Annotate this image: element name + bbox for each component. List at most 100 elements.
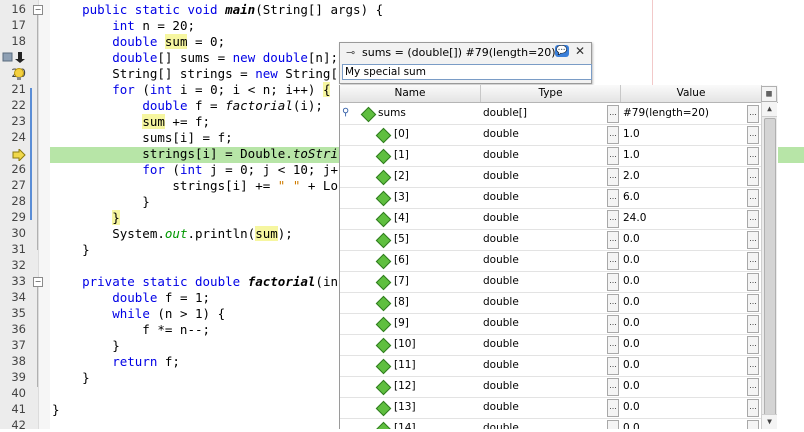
code-line[interactable]: double f = 1; <box>52 290 210 306</box>
table-scrollbar[interactable]: ▲ ▼ <box>761 102 777 429</box>
code-line[interactable]: } <box>52 242 90 258</box>
type-ellipsis-button[interactable]: ... <box>607 126 619 144</box>
column-header-name[interactable]: Name <box>340 85 481 102</box>
pin-icon[interactable]: ⊸ <box>346 46 355 59</box>
bulb-hint-icon[interactable] <box>12 67 26 81</box>
fold-toggle-icon[interactable]: − <box>33 5 43 15</box>
table-row[interactable]: [8] double ... 0.0 ... <box>340 292 762 314</box>
type-ellipsis-button[interactable]: ... <box>607 336 619 354</box>
row-type: double <box>483 317 519 329</box>
line-number: 33 <box>11 274 26 288</box>
type-ellipsis-button[interactable]: ... <box>607 294 619 312</box>
value-ellipsis-button[interactable]: ... <box>747 315 759 333</box>
type-ellipsis-button[interactable]: ... <box>607 210 619 228</box>
type-ellipsis-button[interactable]: ... <box>607 378 619 396</box>
code-line[interactable]: return f; <box>52 354 180 370</box>
code-line[interactable]: sums[i] = f; <box>52 130 232 146</box>
table-row[interactable]: [3] double ... 6.0 ... <box>340 187 762 209</box>
scroll-up-arrow-icon[interactable]: ▲ <box>762 102 777 117</box>
type-ellipsis-button[interactable]: ... <box>607 252 619 270</box>
code-line[interactable]: double f = factorial(i); <box>52 98 323 114</box>
value-ellipsis-button[interactable]: ... <box>747 147 759 165</box>
code-line[interactable]: double sum = 0; <box>52 34 225 50</box>
value-ellipsis-button[interactable]: ... <box>747 105 759 123</box>
table-row[interactable]: [10] double ... 0.0 ... <box>340 334 762 356</box>
value-ellipsis-button[interactable]: ... <box>747 378 759 396</box>
code-line[interactable]: strings[i] += " " + Lo <box>52 178 338 194</box>
table-row[interactable]: [0] double ... 1.0 ... <box>340 124 762 146</box>
table-row[interactable]: [7] double ... 0.0 ... <box>340 271 762 293</box>
code-line[interactable]: for (int i = 0; i < n; i++) { <box>52 82 331 98</box>
fold-toggle-icon[interactable]: − <box>33 277 43 287</box>
variable-diamond-icon <box>375 253 392 270</box>
code-line[interactable]: } <box>52 210 120 226</box>
table-row[interactable]: ⚲ sums double[] ... #79(length=20) ... <box>340 103 762 125</box>
row-name: [10] <box>394 338 416 350</box>
type-ellipsis-button[interactable]: ... <box>607 189 619 207</box>
code-line[interactable]: } <box>52 194 150 210</box>
code-line[interactable]: String[] strings = new String[ <box>52 66 338 82</box>
comment-icon[interactable]: 💬 <box>555 45 569 57</box>
row-type: double[] <box>483 107 527 119</box>
type-ellipsis-button[interactable]: ... <box>607 105 619 123</box>
variable-diamond-icon <box>375 379 392 396</box>
code-line[interactable]: strings[i] = Double.toStri <box>52 146 338 162</box>
table-row[interactable]: [12] double ... 0.0 ... <box>340 376 762 398</box>
watch-comment-input[interactable] <box>342 64 592 80</box>
pin-icon[interactable]: ⚲ <box>342 107 349 118</box>
code-line[interactable]: f *= n--; <box>52 322 210 338</box>
type-ellipsis-button[interactable]: ... <box>607 273 619 291</box>
table-row[interactable]: [6] double ... 0.0 ... <box>340 250 762 272</box>
column-header-type[interactable]: Type <box>481 85 621 102</box>
type-ellipsis-button[interactable]: ... <box>607 231 619 249</box>
value-ellipsis-button[interactable]: ... <box>747 252 759 270</box>
code-line[interactable]: int n = 20; <box>52 18 195 34</box>
table-row[interactable]: [9] double ... 0.0 ... <box>340 313 762 335</box>
type-ellipsis-button[interactable]: ... <box>607 420 619 429</box>
table-row[interactable]: [4] double ... 24.0 ... <box>340 208 762 230</box>
type-ellipsis-button[interactable]: ... <box>607 357 619 375</box>
code-line[interactable]: for (int j = 0; j < 10; j+ <box>52 162 338 178</box>
value-ellipsis-button[interactable]: ... <box>747 357 759 375</box>
table-row[interactable]: [14] double ... 0.0 ... <box>340 418 762 429</box>
value-ellipsis-button[interactable]: ... <box>747 273 759 291</box>
variable-diamond-icon <box>375 127 392 144</box>
type-ellipsis-button[interactable]: ... <box>607 399 619 417</box>
debug-annotation-icon[interactable] <box>2 51 28 63</box>
table-row[interactable]: [2] double ... 2.0 ... <box>340 166 762 188</box>
value-ellipsis-button[interactable]: ... <box>747 210 759 228</box>
value-ellipsis-button[interactable]: ... <box>747 294 759 312</box>
value-ellipsis-button[interactable]: ... <box>747 336 759 354</box>
code-line[interactable]: private static double factorial(in <box>52 274 338 290</box>
code-line[interactable]: System.out.println(sum); <box>52 226 293 242</box>
scrollbar-thumb[interactable] <box>764 118 776 420</box>
type-ellipsis-button[interactable]: ... <box>607 168 619 186</box>
table-row[interactable]: [11] double ... 0.0 ... <box>340 355 762 377</box>
code-line[interactable]: } <box>52 402 60 418</box>
value-ellipsis-button[interactable]: ... <box>747 168 759 186</box>
code-line[interactable]: public static void main(String[] args) { <box>52 2 383 18</box>
value-ellipsis-button[interactable]: ... <box>747 420 759 429</box>
variable-diamond-icon <box>375 295 392 312</box>
table-row[interactable]: [5] double ... 0.0 ... <box>340 229 762 251</box>
column-chooser-icon[interactable]: ▦ <box>761 86 777 102</box>
scroll-down-arrow-icon[interactable]: ▼ <box>762 414 777 429</box>
code-line[interactable]: sum += f; <box>52 114 210 130</box>
value-ellipsis-button[interactable]: ... <box>747 399 759 417</box>
table-row[interactable]: [1] double ... 1.0 ... <box>340 145 762 167</box>
code-line[interactable]: while (n > 1) { <box>52 306 225 322</box>
code-line[interactable]: } <box>52 338 120 354</box>
value-ellipsis-button[interactable]: ... <box>747 189 759 207</box>
close-icon[interactable]: ✕ <box>575 44 585 58</box>
type-ellipsis-button[interactable]: ... <box>607 315 619 333</box>
row-value: 0.0 <box>623 233 640 245</box>
value-ellipsis-button[interactable]: ... <box>747 126 759 144</box>
table-row[interactable]: [13] double ... 0.0 ... <box>340 397 762 419</box>
line-number: 23 <box>11 114 26 128</box>
type-ellipsis-button[interactable]: ... <box>607 147 619 165</box>
value-ellipsis-button[interactable]: ... <box>747 231 759 249</box>
column-header-value[interactable]: Value <box>621 85 762 102</box>
code-line[interactable]: } <box>52 370 90 386</box>
row-name: [6] <box>394 254 409 266</box>
code-line[interactable]: double[] sums = new double[n]; <box>52 50 338 66</box>
